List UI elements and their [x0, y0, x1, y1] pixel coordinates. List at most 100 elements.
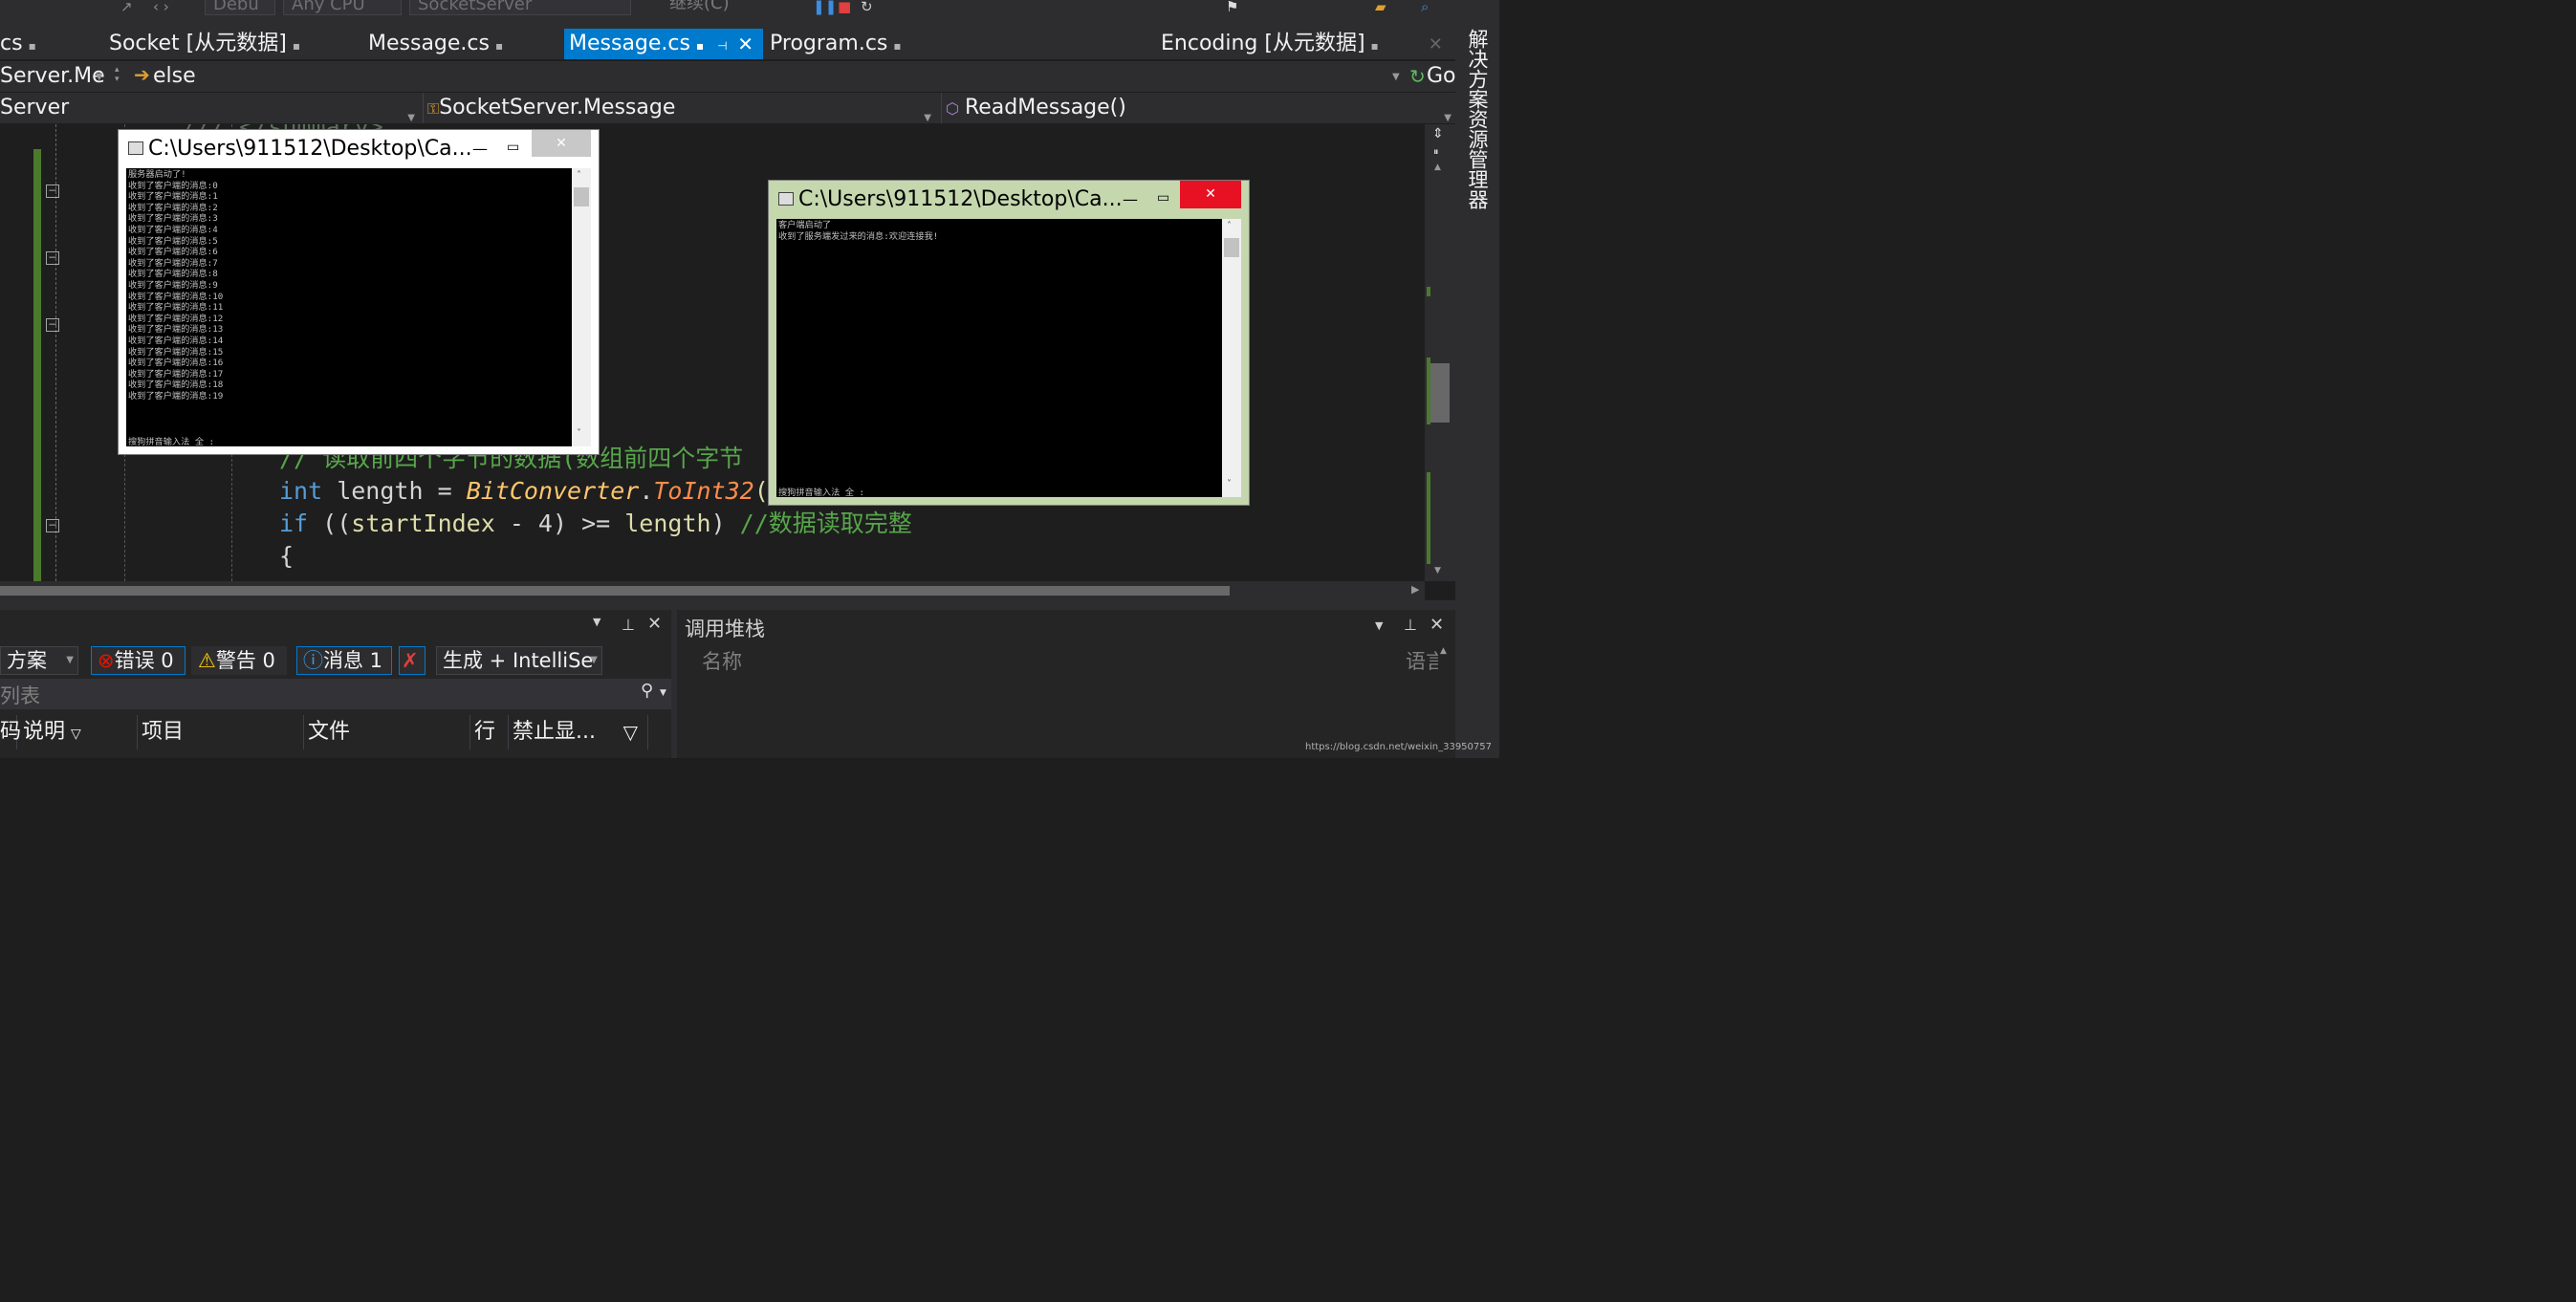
console-line: 收到了客户端的消息:10 [128, 291, 224, 302]
scroll-thumb[interactable] [1430, 363, 1450, 423]
continue-button[interactable]: 继续(C) [662, 0, 748, 15]
warnings-filter-button[interactable]: ⚠警告 0 [191, 646, 287, 675]
editor-vertical-scrollbar[interactable]: ⇕ ⏸ ▲ ▼ [1425, 124, 1455, 581]
pin-icon[interactable]: ▪ [29, 39, 36, 53]
server-window-titlebar[interactable]: C:\Users\911512\Desktop\Ca... — ▭ ✕ [119, 130, 599, 168]
chevron-down-icon[interactable]: ▼ [1375, 619, 1383, 632]
pin-icon[interactable]: ▪ [495, 39, 503, 53]
stop-icon[interactable]: ■ [838, 0, 851, 14]
scroll-thumb[interactable] [0, 586, 1230, 596]
pin-icon[interactable]: ▪ [893, 39, 901, 53]
filter-icon[interactable]: ▽ [623, 715, 638, 749]
close-icon[interactable]: ✕ [1429, 34, 1443, 54]
column-line[interactable]: 行 [469, 715, 509, 749]
scroll-up-icon[interactable]: ˄ [1227, 221, 1232, 231]
collapse-icon[interactable]: − [46, 318, 59, 332]
minimize-button[interactable]: — [472, 130, 488, 168]
close-icon[interactable]: ✕ [647, 614, 662, 634]
client-console-window[interactable]: C:\Users\911512\Desktop\Ca... — ▭ ✕ 客户端启… [769, 181, 1249, 505]
pin-tab-icon[interactable]: ⊣ [717, 39, 727, 53]
error-list-panel: ▼ ⊥ ✕ 方案 ▼ ⊗错误 0 ⚠警告 0 ⓘ消息 1 ✗ 生成 + Intel… [0, 610, 671, 758]
console-line: 收到了客户端的消息:4 [128, 224, 218, 235]
chevron-down-icon[interactable]: ▼ [96, 72, 103, 82]
find-icon[interactable]: ⌕ [1421, 0, 1429, 14]
bookmark-icon[interactable]: ⚑ [1226, 0, 1238, 14]
step-icon[interactable]: ↗ [120, 0, 133, 14]
errors-filter-button[interactable]: ⊗错误 0 [91, 646, 186, 675]
scope-dropdown[interactable]: Server.Me [0, 61, 105, 92]
pin-icon[interactable]: ▪ [1371, 39, 1379, 53]
platform-select[interactable]: Any CPU [283, 0, 402, 15]
chevron-down-icon[interactable]: ▼ [593, 616, 600, 628]
folder-icon[interactable]: ▰ [1375, 0, 1386, 14]
pause-icon[interactable]: ❚❚ [813, 0, 837, 14]
tab-encoding-metadata[interactable]: Encoding [从元数据]▪✕▼ [1161, 29, 1464, 59]
project-dropdown[interactable]: Server ▼ [0, 93, 419, 123]
pin-icon[interactable]: ▪ [696, 39, 704, 53]
go-button[interactable]: Go [1427, 61, 1456, 92]
close-button[interactable]: ✕ [532, 130, 591, 157]
scroll-down-icon[interactable]: ▼ [1434, 566, 1441, 575]
console-scrollbar[interactable]: ˄ ˅ [572, 168, 591, 446]
member-dropdown[interactable]: else [153, 61, 196, 92]
close-icon[interactable]: ✕ [1430, 615, 1444, 635]
column-description[interactable]: 说明 ▽ [17, 715, 138, 749]
maximize-button[interactable]: ▭ [507, 128, 519, 166]
chevron-down-icon[interactable]: ▼ [660, 688, 666, 698]
scroll-right-icon[interactable]: ▶ [1411, 583, 1419, 596]
console-line: 收到了客户端的消息:7 [128, 257, 218, 269]
class-dropdown[interactable]: ⚿SocketServer.Message ▼ [423, 93, 935, 123]
collapse-icon[interactable]: − [46, 519, 59, 532]
project-select[interactable]: SocketServer [409, 0, 631, 15]
pin-icon[interactable]: ⊥ [622, 616, 635, 634]
tab-message-cs-active[interactable]: Message.cs ▪ ⊣ ✕ [564, 29, 763, 59]
collapse-icon[interactable]: − [46, 251, 59, 265]
scroll-up-icon[interactable]: ▲ [1440, 646, 1447, 656]
minimize-button[interactable]: — [1123, 181, 1138, 219]
scope-dropdown[interactable]: 方案 ▼ [0, 646, 78, 675]
console-line: 收到了客户端的消息:1 [128, 191, 218, 203]
pin-icon[interactable]: ▪ [293, 39, 300, 53]
tab-socket-metadata[interactable]: Socket [从元数据] ▪ [109, 29, 300, 59]
scroll-up-icon[interactable]: ˄ [577, 170, 581, 181]
client-window-titlebar[interactable]: C:\Users\911512\Desktop\Ca... — ▭ ✕ [769, 181, 1249, 219]
messages-filter-button[interactable]: ⓘ消息 1 [296, 646, 392, 675]
search-icon[interactable]: ⚲ [641, 681, 653, 701]
clear-filter-button[interactable]: ✗ [399, 646, 426, 675]
filter-clear-icon: ✗ [402, 649, 419, 672]
config-select[interactable]: Debu [205, 0, 275, 15]
scroll-thumb[interactable] [1224, 238, 1239, 257]
close-icon[interactable]: ✕ [737, 29, 753, 59]
editor-horizontal-scrollbar[interactable]: ▶ [0, 581, 1425, 600]
collapse-icon[interactable]: − [46, 184, 59, 198]
maximize-button[interactable]: ▭ [1157, 179, 1169, 217]
scroll-up-icon[interactable]: ▲ [1434, 163, 1441, 172]
console-scrollbar[interactable]: ˄ ˅ [1222, 219, 1241, 497]
server-console-window[interactable]: C:\Users\911512\Desktop\Ca... — ▭ ✕ 服务器启… [119, 130, 599, 454]
column-code[interactable]: 码 [0, 715, 21, 749]
solution-explorer-tab[interactable]: 解决方案资源管理器 [1465, 29, 1489, 209]
back-icon[interactable]: ‹ › [153, 0, 169, 14]
column-name[interactable]: 名称 [702, 646, 742, 675]
column-suppression[interactable]: 禁止显... ▽ [507, 715, 648, 749]
method-icon: ⬡ [946, 99, 959, 118]
splitter[interactable] [0, 600, 1455, 610]
scroll-down-icon[interactable]: ˅ [1227, 479, 1232, 489]
split-icon[interactable]: ▴ ▾ [115, 65, 120, 84]
tab-cs[interactable]: cs ▪ [0, 29, 96, 59]
build-filter-dropdown[interactable]: 生成 + IntelliSe ▼ [436, 646, 602, 675]
pin-icon[interactable]: ⊥ [1404, 616, 1417, 634]
split-icon[interactable]: ⇕ [1432, 126, 1444, 141]
column-project[interactable]: 项目 [136, 715, 304, 749]
chevron-down-icon[interactable]: ▼ [1392, 72, 1400, 82]
tab-program-cs[interactable]: Program.cs ▪ [770, 29, 902, 59]
column-file[interactable]: 文件 [302, 715, 470, 749]
scroll-down-icon[interactable]: ˅ [577, 428, 581, 439]
tab-message-cs[interactable]: Message.cs ▪ [368, 29, 503, 59]
close-button[interactable]: ✕ [1180, 181, 1241, 208]
restart-icon[interactable]: ↻ [861, 0, 873, 14]
error-search-box[interactable]: 列表 ⚲ ▼ [0, 679, 671, 709]
scroll-thumb[interactable] [574, 187, 589, 206]
column-language[interactable]: 语言 [1406, 646, 1438, 675]
method-dropdown[interactable]: ⬡ ReadMessage() ▼ [941, 93, 1455, 123]
